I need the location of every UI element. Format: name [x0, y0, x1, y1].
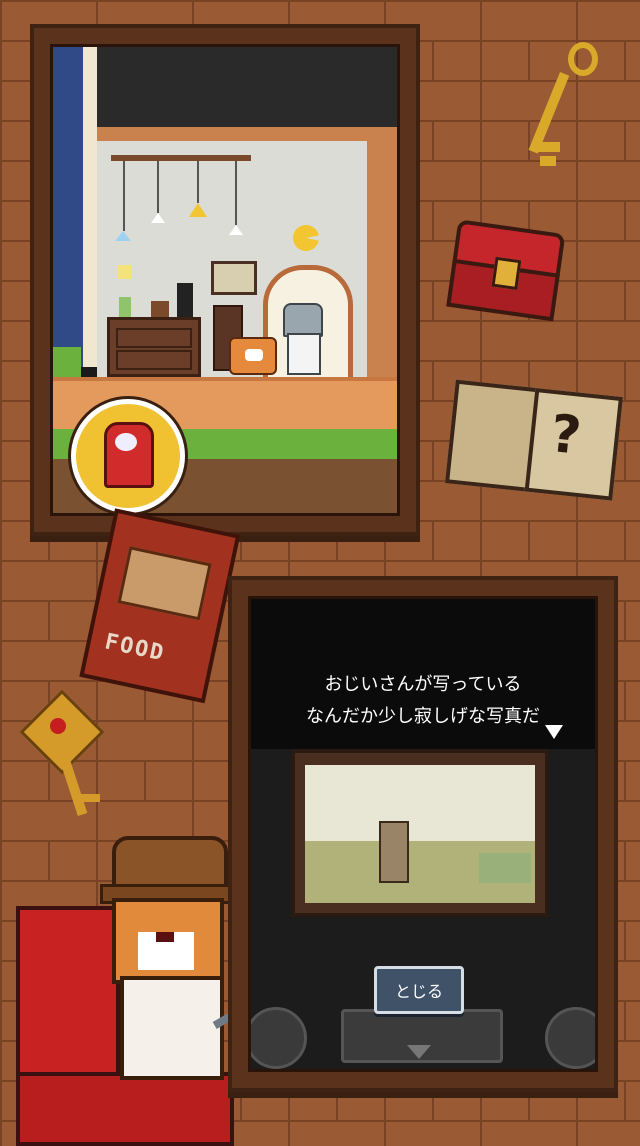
golden-key-icon[interactable]: [528, 42, 608, 170]
dialog-line-2: なんだか少し寂しげな写真だ: [306, 706, 540, 727]
blue-wall-strip: [53, 47, 83, 367]
dialog-line-1: おじいさんが写っている: [324, 674, 522, 695]
desk-lamp[interactable]: [177, 283, 193, 317]
dresser[interactable]: [107, 317, 201, 377]
gacha-coin-icon[interactable]: [71, 399, 185, 513]
dog-body: [120, 976, 224, 1080]
boy-head[interactable]: [283, 303, 323, 337]
room-scene-frame: [30, 24, 420, 536]
wall-note[interactable]: [117, 265, 131, 279]
question-mark-icon: ?: [547, 403, 584, 467]
dog-face: [112, 898, 224, 984]
mobile-bar: [111, 155, 251, 161]
right-item-slot[interactable]: [545, 1007, 595, 1069]
plant: [119, 297, 131, 317]
shiba-dog[interactable]: [229, 337, 277, 375]
ornate-key-icon[interactable]: [19, 689, 105, 822]
boy-body[interactable]: [287, 333, 321, 375]
armchair-seat: [16, 1072, 234, 1146]
door-frame: [83, 47, 97, 367]
left-item-slot[interactable]: [251, 1007, 307, 1069]
close-button[interactable]: とじる: [374, 966, 464, 1014]
grandfather-figure: [379, 821, 409, 883]
photo-dialog-frame: おじいさんが写っている なんだか少し寂しげな写真だ: [228, 576, 618, 1092]
old-photo[interactable]: [291, 749, 549, 917]
ceiling-beam: [97, 127, 397, 141]
mystery-book-icon[interactable]: ?: [445, 379, 623, 501]
treasure-chest-icon[interactable]: [446, 219, 566, 322]
ceiling-dark: [97, 47, 397, 127]
books: [151, 301, 169, 317]
right-pillar: [367, 141, 397, 377]
wall-picture[interactable]: [211, 261, 257, 295]
room-scene[interactable]: [50, 44, 400, 516]
dialog-message: おじいさんが写っている なんだか少し寂しげな写真だ: [251, 669, 595, 733]
